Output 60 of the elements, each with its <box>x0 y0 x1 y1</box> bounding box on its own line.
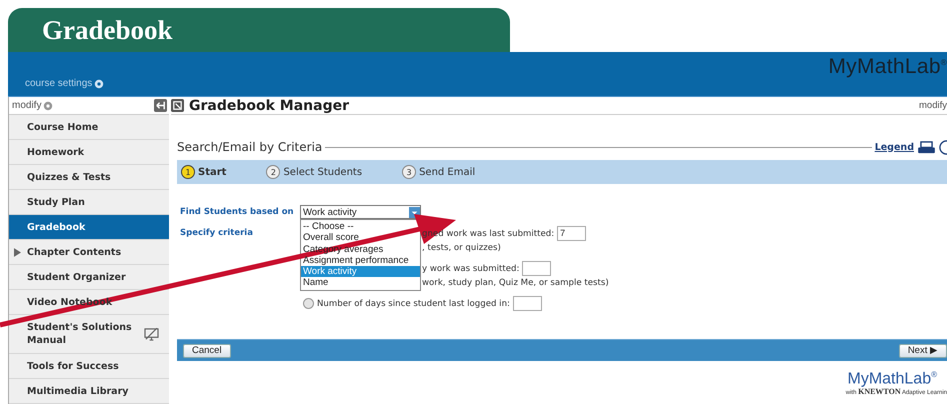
step-number-badge: 3 <box>402 165 416 179</box>
sidebar-item-label: Course Home <box>27 120 100 134</box>
dropdown-option[interactable]: Name <box>301 277 420 289</box>
sidebar-item-label: Student Organizer <box>27 270 127 284</box>
modify-link[interactable]: modify <box>12 100 54 111</box>
criterion-text: Number of days since student last logged in: <box>317 298 510 308</box>
dropdown-option[interactable]: Assignment performance <box>301 254 420 266</box>
sidebar-item[interactable]: Chapter Contents <box>9 240 169 265</box>
sidebar-item[interactable]: Study Plan <box>9 190 169 215</box>
sidebar-item[interactable]: Tools for Success <box>9 354 169 379</box>
dropdown-option[interactable]: Work activity <box>301 266 420 278</box>
cancel-button[interactable]: Cancel <box>183 344 231 358</box>
modify-link[interactable]: modify <box>919 100 947 111</box>
sidebar-item-label: Multimedia Library <box>27 384 130 398</box>
sidebar-item[interactable]: Course Home <box>9 115 169 140</box>
criteria-dropdown[interactable]: Work activity <box>300 205 421 219</box>
page-title: Gradebook Manager <box>189 98 350 114</box>
dropdown-option[interactable]: -- Choose -- <box>301 221 420 232</box>
printer-icon[interactable] <box>917 140 936 154</box>
footer-logo: MyMathLab$^{®}$ <box>847 369 937 388</box>
sidebar-item[interactable]: Quizzes & Tests <box>9 165 169 190</box>
field-label: Specify criteria <box>180 228 254 238</box>
monitor-icon <box>144 328 159 340</box>
step-number-badge: 2 <box>266 165 280 179</box>
expand-arrow-icon <box>14 248 21 256</box>
days-input[interactable]: 7 <box>557 226 586 241</box>
step-tab[interactable]: 3 Send Email <box>402 165 476 179</box>
sidebar-item-label: Quizzes & Tests <box>27 170 112 184</box>
legend-link[interactable]: Legend <box>874 142 914 152</box>
course-settings-link[interactable]: course settings <box>25 78 104 89</box>
gear-icon <box>43 100 54 110</box>
page-tab-title: Gradebook <box>42 14 173 46</box>
collapse-icon[interactable] <box>154 99 167 112</box>
sidebar-item-label: Chapter Contents <box>27 246 122 258</box>
sidebar-item-label: Study Plan <box>27 196 86 208</box>
window-icon <box>171 99 184 112</box>
step-tab[interactable]: 1 Start <box>181 165 226 179</box>
field-label: Find Students based on <box>180 207 295 217</box>
step-number-badge: 1 <box>181 165 195 179</box>
next-button[interactable]: Next ▶ <box>898 344 947 358</box>
sidebar-item[interactable]: Gradebook <box>9 215 169 240</box>
logo: MyMathLab$^{®}$ <box>828 55 947 79</box>
sidebar-item-label: Gradebook <box>27 220 86 234</box>
sidebar-item[interactable]: Homework <box>9 140 169 165</box>
days-input[interactable] <box>512 296 542 311</box>
dropdown-option[interactable]: Overall score <box>301 232 420 244</box>
criterion-text: y work was submitted: <box>422 264 520 274</box>
sidebar-item[interactable]: Multimedia Library <box>9 379 169 404</box>
step-tab[interactable]: 2 Select Students <box>266 165 362 179</box>
sidebar-item[interactable]: Student Organizer <box>9 265 169 290</box>
sidebar-item[interactable]: Student's Solutions Manual <box>9 315 169 354</box>
sidebar-item-label: Homework <box>27 146 86 158</box>
radio-button[interactable] <box>303 298 314 309</box>
days-input[interactable] <box>522 261 552 276</box>
gear-icon <box>94 78 104 88</box>
sidebar-item-label: Tools for Success <box>27 360 120 372</box>
section-title: Search/Email by Criteria <box>177 140 322 154</box>
criterion-note: work, study plan, Quiz Me, or sample tests) <box>422 278 610 288</box>
criterion-note: , tests, or quizzes) <box>422 243 502 253</box>
sidebar-item-label: Student's Solutions Manual <box>27 321 133 347</box>
